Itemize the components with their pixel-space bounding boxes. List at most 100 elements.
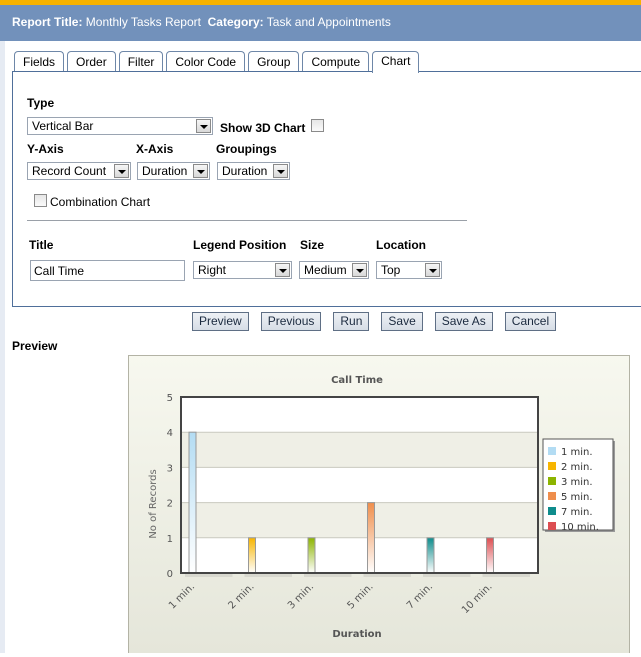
legend-swatch: [548, 477, 556, 485]
y-axis-select[interactable]: Record Count: [27, 162, 131, 180]
combination-chart-checkbox[interactable]: [34, 194, 47, 207]
chevron-down-icon: [425, 263, 440, 277]
bar: [367, 502, 375, 574]
chevron-down-icon: [196, 119, 211, 133]
legend-position-select-value: Right: [198, 263, 227, 277]
category-label: Category:: [207, 15, 264, 29]
y-tick-label: 1: [167, 534, 173, 545]
x-axis-label: X-Axis: [136, 142, 174, 156]
tab-filter[interactable]: Filter: [118, 51, 164, 72]
chevron-down-icon: [352, 263, 367, 277]
groupings-select-value: Duration: [222, 164, 268, 178]
chevron-down-icon: [114, 164, 129, 178]
type-select-value: Vertical Bar: [32, 119, 94, 133]
chart-title: Call Time: [331, 375, 383, 386]
groupings-select[interactable]: Duration: [217, 162, 290, 180]
title-label: Title: [29, 238, 54, 252]
left-strip: [0, 41, 5, 653]
type-select[interactable]: Vertical Bar: [27, 117, 213, 135]
chart-settings-panel: Type Vertical Bar Show 3D Chart Y-Axis X…: [12, 71, 641, 307]
bar: [486, 537, 494, 574]
previous-button[interactable]: Previous: [260, 312, 322, 331]
bar-chart: Call Time No of Records Duration 0 1 2 3 4 5 1…: [148, 375, 615, 640]
tab-color-code[interactable]: Color Code: [166, 51, 246, 72]
chart-title-input[interactable]: Call Time: [30, 260, 185, 281]
show-3d-label: Show 3D Chart: [220, 121, 306, 135]
report-title-value: Monthly Tasks Report: [85, 15, 201, 29]
y-tick-label: 3: [167, 463, 173, 474]
tab-fields[interactable]: Fields: [14, 51, 65, 72]
x-tick-label: 7 min.: [405, 581, 435, 611]
location-select[interactable]: Top: [376, 261, 442, 279]
x-tick-label: 1 min.: [167, 581, 197, 611]
x-tick-label: 2 min.: [227, 581, 257, 611]
x-tick-label: 3 min.: [286, 581, 316, 611]
chevron-down-icon: [275, 263, 290, 277]
report-header: Report Title: Monthly Tasks Report Categ…: [0, 5, 641, 41]
bar: [188, 431, 197, 574]
action-buttons: Preview Previous Run Save Save As Cancel: [192, 312, 568, 331]
x-tick-label: 5 min.: [346, 581, 376, 611]
run-button[interactable]: Run: [333, 312, 370, 331]
bar: [248, 537, 256, 574]
size-label: Size: [300, 238, 325, 252]
y-axis-select-value: Record Count: [32, 164, 107, 178]
bar: [426, 537, 435, 574]
chevron-down-icon: [193, 164, 208, 178]
tab-chart[interactable]: Chart: [372, 51, 420, 73]
grid-band: [181, 502, 538, 538]
y-tick-label: 5: [167, 393, 173, 404]
legend-swatch: [548, 447, 556, 455]
tab-order[interactable]: Order: [67, 51, 116, 72]
location-label: Location: [376, 238, 426, 252]
bar-shadow: [363, 574, 411, 577]
bar-shadow: [244, 574, 292, 577]
chevron-down-icon: [273, 164, 288, 178]
preview-button[interactable]: Preview: [192, 312, 249, 331]
legend-position-select[interactable]: Right: [193, 261, 292, 279]
size-select-value: Medium: [304, 263, 347, 277]
legend-label: 7 min.: [561, 507, 593, 518]
tab-bar: Fields Order Filter Color Code Group Com…: [14, 51, 420, 73]
cancel-button[interactable]: Cancel: [504, 312, 557, 331]
location-select-value: Top: [381, 263, 401, 277]
y-axis-label: Y-Axis: [27, 142, 64, 156]
x-axis-select[interactable]: Duration: [137, 162, 210, 180]
combination-chart-label: Combination Chart: [50, 195, 151, 209]
chart-preview: Call Time No of Records Duration 0 1 2 3 4 5 1…: [128, 355, 630, 653]
legend-label: 2 min.: [561, 462, 593, 473]
report-title-label: Report Title:: [12, 15, 83, 29]
legend-label: 3 min.: [561, 477, 593, 488]
groupings-label: Groupings: [216, 142, 277, 156]
category-value: Task and Appointments: [266, 15, 391, 29]
tab-group[interactable]: Group: [248, 51, 300, 72]
legend-label: 5 min.: [561, 492, 593, 503]
preview-heading: Preview: [12, 339, 58, 353]
bar: [307, 537, 316, 574]
legend-label: 1 min.: [561, 447, 593, 458]
bar-shadow: [185, 574, 233, 577]
y-tick-label: 4: [167, 428, 173, 439]
type-label: Type: [27, 96, 55, 110]
save-as-button[interactable]: Save As: [434, 312, 493, 331]
y-tick-label: 0: [167, 569, 173, 580]
legend-swatch: [548, 462, 556, 470]
y-tick-label: 2: [167, 499, 173, 510]
divider: [27, 220, 467, 221]
plot-area: [181, 397, 538, 573]
y-axis-title: No of Records: [148, 469, 159, 538]
bar-shadow: [304, 574, 352, 577]
bar-shadow: [482, 574, 530, 577]
tab-compute[interactable]: Compute: [302, 51, 370, 72]
size-select[interactable]: Medium: [299, 261, 369, 279]
legend-label: 10 min.: [561, 522, 599, 533]
show-3d-checkbox[interactable]: [311, 119, 324, 132]
grid-band: [181, 432, 538, 468]
bar-shadow: [423, 574, 471, 577]
legend-swatch: [548, 522, 556, 530]
legend-swatch: [548, 492, 556, 500]
save-button[interactable]: Save: [381, 312, 423, 331]
x-axis-title: Duration: [332, 629, 381, 640]
legend-position-label: Legend Position: [193, 238, 287, 252]
x-axis-select-value: Duration: [142, 164, 188, 178]
